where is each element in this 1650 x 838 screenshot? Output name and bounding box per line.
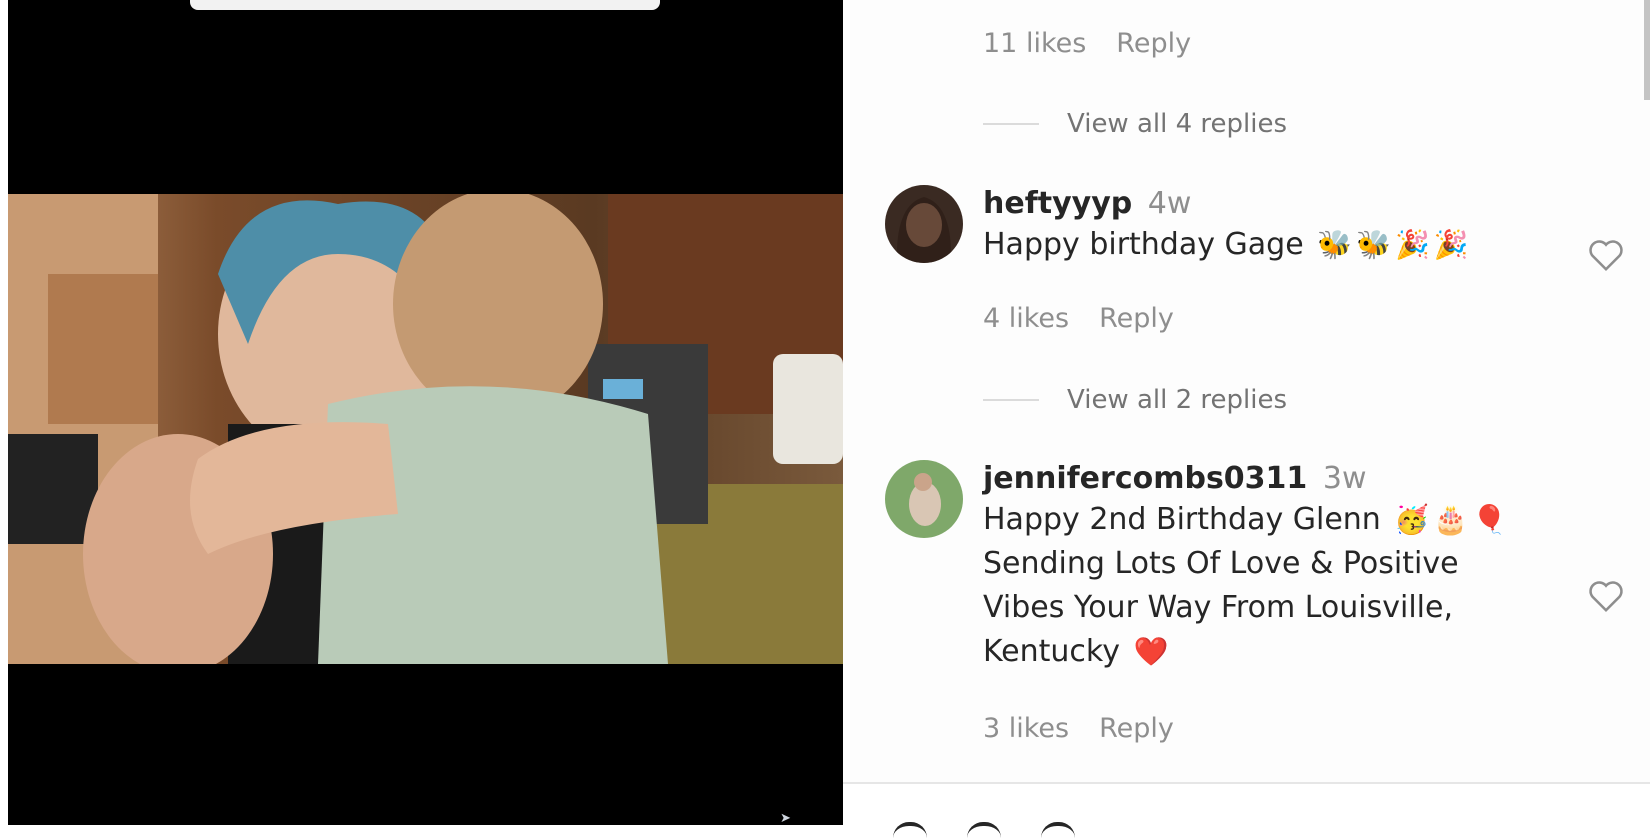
post-media[interactable]: ➤ (0, 0, 843, 826)
username[interactable]: jennifercombs0311 (983, 461, 1307, 496)
bee-emoji: 🐝 (1317, 228, 1353, 261)
comment-body: heftyyyp 4w Happy birthday Gage 🐝 🐝 🎉 🎉 (983, 185, 1543, 267)
comments-panel[interactable]: 11 likes Reply View all 4 replies heftyy… (843, 0, 1650, 827)
cursor-arrow-icon: ➤ (780, 811, 791, 826)
likes-count[interactable]: 4 likes (983, 303, 1069, 334)
media-caption-bar (190, 0, 660, 10)
likes-count[interactable]: 3 likes (983, 713, 1069, 744)
media-left-edge (0, 0, 8, 825)
likes-count[interactable]: 11 likes (983, 28, 1086, 59)
heart-icon[interactable] (1587, 237, 1625, 273)
party-face-emoji: 🥳 (1394, 503, 1430, 536)
view-replies-label[interactable]: View all 2 replies (1067, 385, 1287, 415)
username[interactable]: heftyyyp (983, 186, 1132, 221)
bee-emoji: 🐝 (1356, 228, 1391, 261)
comment-header: jennifercombs0311 3w (983, 460, 1543, 498)
post-photo[interactable] (8, 194, 843, 664)
action-icons (893, 822, 1075, 838)
party-popper-emoji: 🎉 (1433, 228, 1469, 261)
comment-meta: 4 likes Reply (983, 300, 1174, 336)
reply-button[interactable]: Reply (1116, 28, 1191, 59)
avatar[interactable] (885, 185, 963, 263)
comment-text-content: Happy birthday Gage (983, 227, 1304, 262)
party-popper-emoji: 🎉 (1394, 228, 1430, 261)
comment-time[interactable]: 3w (1323, 461, 1367, 496)
comment-line: Vibes Your Way From Louisville, (983, 590, 1453, 625)
comment-text: Happy birthday Gage 🐝 🐝 🎉 🎉 (983, 223, 1543, 267)
like-icon[interactable] (893, 822, 927, 838)
replies-divider (983, 399, 1039, 401)
reply-button[interactable]: Reply (1099, 303, 1174, 334)
comment-line: Happy 2nd Birthday Glenn 🥳 🎂 🎈 (983, 498, 1543, 542)
avatar[interactable] (885, 460, 963, 538)
comment-meta: 3 likes Reply (983, 710, 1174, 746)
birthday-cake-emoji: 🎂 (1433, 503, 1469, 536)
comment-text-line: Happy 2nd Birthday Glenn (983, 502, 1381, 537)
comment-line: Sending Lots Of Love & Positive (983, 546, 1459, 581)
comment-text-line: Kentucky (983, 634, 1120, 669)
view-replies-link[interactable]: View all 4 replies (983, 106, 1287, 142)
comment-item: jennifercombs0311 3w Happy 2nd Birthday … (885, 460, 1625, 690)
photo-illustration (8, 194, 843, 664)
comment-time[interactable]: 4w (1148, 186, 1192, 221)
share-icon[interactable] (1041, 822, 1075, 838)
view-replies-link[interactable]: View all 2 replies (983, 382, 1287, 418)
comment-text: Happy 2nd Birthday Glenn 🥳 🎂 🎈 Sending Lot… (983, 498, 1543, 674)
comment-header: heftyyyp 4w (983, 185, 1543, 223)
replies-divider (983, 123, 1039, 125)
view-replies-label[interactable]: View all 4 replies (1067, 109, 1287, 139)
red-heart-emoji: ❤️ (1133, 635, 1169, 668)
prev-comment-meta: 11 likes Reply (983, 25, 1191, 61)
reply-button[interactable]: Reply (1099, 713, 1174, 744)
heart-icon[interactable] (1587, 578, 1625, 614)
action-bar (843, 782, 1650, 827)
balloon-emoji: 🎈 (1472, 503, 1507, 536)
comment-line: Kentucky ❤️ (983, 630, 1543, 674)
comment-body: jennifercombs0311 3w Happy 2nd Birthday … (983, 460, 1543, 674)
comment-icon[interactable] (967, 822, 1001, 838)
scrollbar[interactable] (1644, 0, 1650, 100)
